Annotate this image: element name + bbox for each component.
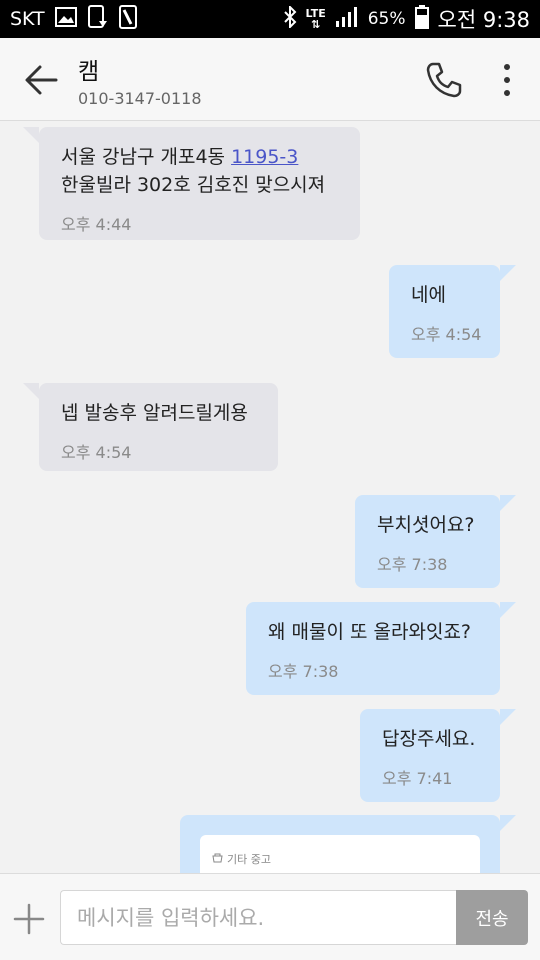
message-text: 왜 매물이 또 올라와잇죠?	[268, 621, 472, 643]
call-button[interactable]	[424, 60, 464, 100]
compose-bar: 전송	[0, 873, 540, 960]
message-bubble-outgoing[interactable]: 답장주세요. 오후 7:41	[360, 709, 516, 802]
message-text: 넵 발송후 알려드릴게용	[61, 402, 248, 424]
more-vertical-icon	[504, 64, 510, 96]
card-category: 기타 중고	[227, 853, 271, 866]
plus-icon	[13, 903, 45, 935]
back-arrow-icon	[25, 65, 58, 95]
contact-phone: 010-3147-0118	[78, 89, 202, 108]
link-preview-card[interactable]: 기타 중고	[200, 835, 480, 873]
message-timestamp: 오후 4:54	[61, 443, 132, 462]
send-button[interactable]: 전송	[456, 890, 528, 945]
message-input[interactable]	[60, 890, 458, 945]
battery-icon	[414, 4, 429, 34]
data-arrows-icon: ⇅	[311, 18, 321, 31]
message-list[interactable]: 서울 강남구 개포4동 1195-3 한울빌라 302호 김호진 맞으시져 오후…	[0, 121, 540, 873]
sim-card-icon	[118, 4, 137, 34]
message-text: 서울 강남구 개포4동 1195-3 한울빌라 302호 김호진 맞으시져	[61, 146, 326, 196]
message-timestamp: 오후 4:44	[61, 215, 132, 234]
phone-icon	[426, 62, 462, 98]
message-timestamp: 오후 7:38	[268, 662, 339, 681]
message-bubble-outgoing[interactable]: 부치셧어요? 오후 7:38	[355, 495, 516, 588]
gallery-icon	[54, 6, 77, 32]
bluetooth-icon	[283, 4, 297, 33]
battery-percent: 65%	[367, 9, 406, 29]
device-icon	[87, 4, 109, 34]
carrier-label: SKT	[10, 8, 45, 30]
message-text: 답장주세요.	[382, 728, 476, 750]
message-timestamp: 오후 7:38	[377, 555, 448, 574]
more-options-button[interactable]	[495, 60, 519, 100]
message-timestamp: 오후 4:54	[411, 325, 482, 344]
message-bubble-outgoing[interactable]: 네에 오후 4:54	[389, 265, 516, 358]
shop-icon	[212, 853, 223, 866]
attach-button[interactable]	[12, 902, 46, 936]
contact-name: 캠	[78, 59, 100, 85]
message-bubble-incoming[interactable]: 넵 발송후 알려드릴게용 오후 4:54	[23, 383, 278, 471]
message-bubble-incoming[interactable]: 서울 강남구 개포4동 1195-3 한울빌라 302호 김호진 맞으시져 오후…	[23, 127, 360, 240]
message-text: 부치셧어요?	[377, 514, 475, 536]
message-timestamp: 오후 7:41	[382, 769, 453, 788]
clock: 오전 9:38	[437, 8, 530, 32]
message-bubble-outgoing-card[interactable]: 기타 중고	[180, 815, 516, 873]
address-link[interactable]: 1195-3	[231, 146, 298, 168]
message-text: 네에	[411, 284, 446, 306]
conversation-header: 캠 010-3147-0118	[0, 38, 540, 121]
message-bubble-outgoing[interactable]: 왜 매물이 또 올라와잇죠? 오후 7:38	[246, 602, 516, 695]
lte-icon: LTE ⇅	[306, 8, 326, 30]
back-button[interactable]	[22, 62, 62, 98]
signal-icon	[335, 6, 359, 33]
status-bar: SKT LTE ⇅ 65% 오전 9:38	[0, 0, 540, 38]
